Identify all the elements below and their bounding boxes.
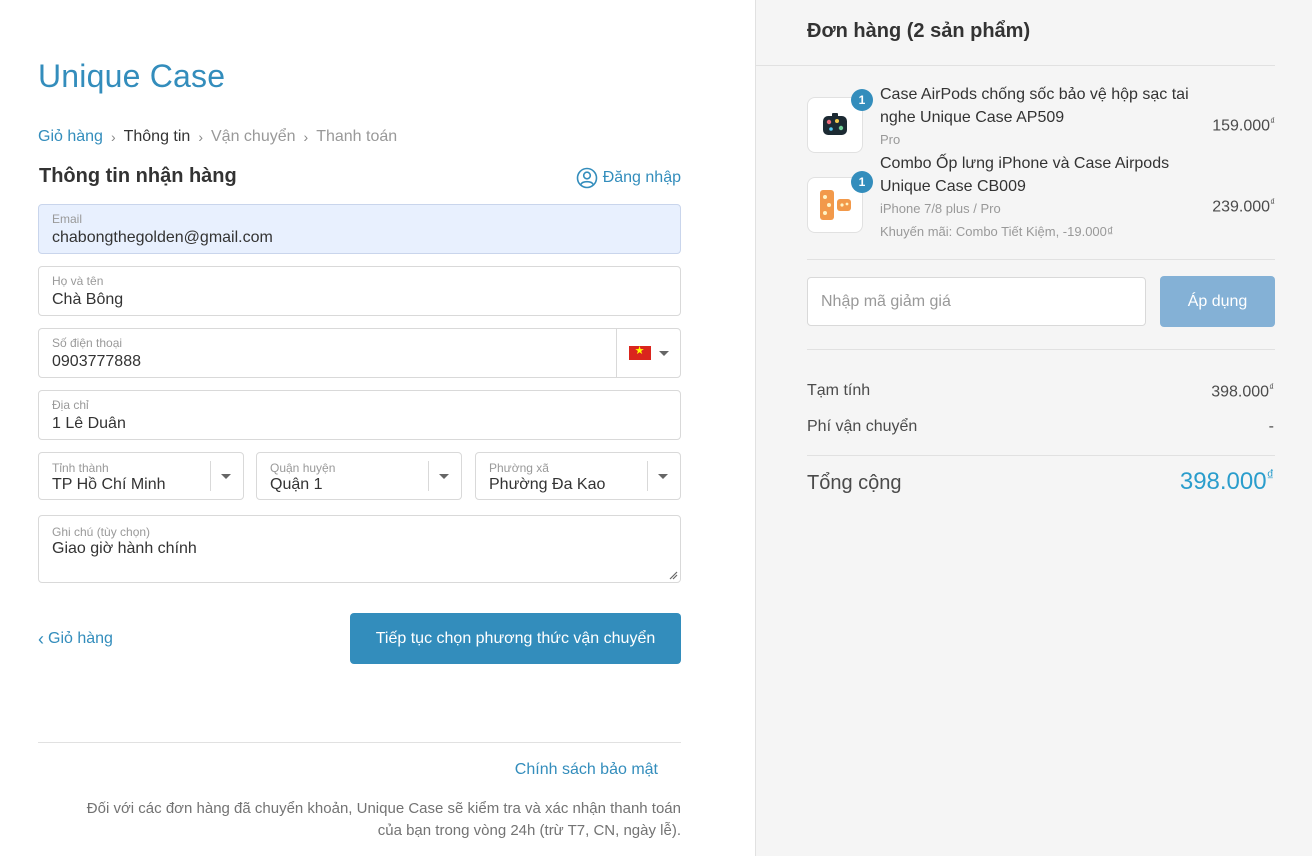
select-divider <box>428 461 429 491</box>
price-amount: 159.000 <box>1212 117 1271 135</box>
address-value[interactable]: 1 Lê Duân <box>52 415 126 433</box>
note-textarea[interactable]: Ghi chú (tùy chọn) Giao giờ hành chính <box>38 515 681 583</box>
subtotal-label: Tạm tính <box>807 382 871 399</box>
resize-handle-icon[interactable] <box>668 570 678 580</box>
fullname-field[interactable]: Họ và tên Chà Bông <box>38 266 681 316</box>
product-price: 239.000₫ <box>1212 197 1275 216</box>
login-label: Đăng nhập <box>602 169 681 186</box>
footer-note-line-1: Đối với các đơn hàng đã chuyển khoản, Un… <box>86 800 681 817</box>
ward-label: Phường xã <box>489 461 549 475</box>
chevron-right-icon: › <box>110 129 116 145</box>
divider <box>807 455 1275 456</box>
price-amount: 239.000 <box>1212 198 1271 216</box>
phone-label: Số điện thoại <box>52 336 123 350</box>
order-item: 1 Case AirPods chống sốc bảo vệ hộp sạc … <box>807 85 1275 155</box>
product-variant: iPhone 7/8 plus / Pro <box>880 201 1001 216</box>
login-link[interactable]: Đăng nhập <box>576 167 681 189</box>
email-value[interactable]: chabongthegolden@gmail.com <box>52 229 273 247</box>
currency-symbol: ₫ <box>1266 468 1274 484</box>
section-title: Thông tin nhận hàng <box>39 165 237 187</box>
chevron-down-icon <box>221 474 231 479</box>
total-value: 398.000₫ <box>1180 468 1274 496</box>
shipping-fee-value: - <box>1268 418 1274 435</box>
district-select[interactable]: Quận huyện Quận 1 <box>256 452 462 500</box>
divider <box>807 259 1275 260</box>
breadcrumb-payment: Thanh toán <box>316 128 398 145</box>
ward-select[interactable]: Phường xã Phường Đa Kao <box>475 452 681 500</box>
chevron-right-icon: › <box>198 129 203 145</box>
shipping-fee-label: Phí vận chuyển <box>807 418 918 435</box>
back-to-cart-link[interactable]: ‹ Giỏ hàng <box>38 630 113 648</box>
note-value[interactable]: Giao giờ hành chính <box>52 540 197 558</box>
footer-note: Đối với các đơn hàng đã chuyển khoản, Un… <box>38 798 681 842</box>
address-field[interactable]: Địa chỉ 1 Lê Duân <box>38 390 681 440</box>
note-label: Ghi chú (tùy chọn) <box>52 525 151 539</box>
select-divider <box>647 461 648 491</box>
province-value: TP Hồ Chí Minh <box>52 476 166 493</box>
store-logo[interactable]: Unique Case <box>38 58 225 95</box>
fullname-label: Họ và tên <box>52 274 104 288</box>
coupon-input[interactable] <box>807 277 1146 326</box>
district-value: Quận 1 <box>270 476 323 493</box>
fullname-value[interactable]: Chà Bông <box>52 291 123 309</box>
user-circle-icon <box>576 167 598 189</box>
chevron-down-icon <box>658 350 669 356</box>
qty-badge: 1 <box>851 171 873 193</box>
chevron-left-icon: ‹ <box>38 629 44 649</box>
airpods-case-icon <box>823 113 847 135</box>
product-variant: Pro <box>880 132 901 147</box>
footer-note-line-2: của bạn trong vòng 24h (trừ T7, CN, ngày… <box>377 822 681 839</box>
vietnam-flag-icon <box>628 344 651 360</box>
checkout-form-panel: Unique Case Giỏ hàng › Thông tin › Vận c… <box>0 0 755 856</box>
currency-symbol: ₫ <box>1270 116 1275 127</box>
footer-divider <box>38 742 681 743</box>
breadcrumb-info: Thông tin <box>123 128 191 145</box>
apply-coupon-button[interactable]: Áp dụng <box>1160 276 1275 327</box>
select-divider <box>210 461 211 491</box>
back-label: Giỏ hàng <box>48 630 113 647</box>
total-label: Tổng cộng <box>807 472 902 494</box>
privacy-policy-link[interactable]: Chính sách bảo mật <box>515 761 658 779</box>
product-name: Case AirPods chống sốc bảo vệ hộp sạc ta… <box>880 86 1189 126</box>
continue-shipping-button[interactable]: Tiếp tục chọn phương thức vận chuyển <box>350 613 681 664</box>
phone-value[interactable]: 0903777888 <box>52 353 141 371</box>
email-label: Email <box>52 212 83 226</box>
phone-case-combo-icon <box>820 190 851 220</box>
subtotal-amount: 398.000 <box>1211 383 1270 401</box>
qty-badge: 1 <box>851 89 873 111</box>
chevron-right-icon: › <box>303 129 309 145</box>
product-discount: Khuyến mãi: Combo Tiết Kiệm, -19.000₫ <box>880 224 1114 239</box>
order-summary-panel: Đơn hàng (2 sản phẩm) 1 Case AirPods chố… <box>755 0 1312 856</box>
divider <box>807 349 1275 350</box>
address-label: Địa chỉ <box>52 398 89 412</box>
subtotal-value: 398.000₫ <box>1211 382 1274 401</box>
province-label: Tỉnh thành <box>52 461 109 475</box>
province-select[interactable]: Tỉnh thành TP Hồ Chí Minh <box>38 452 244 500</box>
district-label: Quận huyện <box>270 461 336 475</box>
breadcrumb: Giỏ hàng › Thông tin › Vận chuyển › Than… <box>38 128 397 146</box>
currency-symbol: ₫ <box>1269 382 1274 393</box>
divider <box>756 65 1275 66</box>
email-field[interactable]: Email chabongthegolden@gmail.com <box>38 204 681 254</box>
product-price: 159.000₫ <box>1212 116 1275 135</box>
product-name: Combo Ốp lưng iPhone và Case Airpods Uni… <box>880 155 1170 195</box>
breadcrumb-shipping: Vận chuyển <box>211 128 296 145</box>
total-amount: 398.000 <box>1179 468 1267 495</box>
breadcrumb-cart[interactable]: Giỏ hàng <box>38 128 103 146</box>
order-item: 1 Combo Ốp lưng iPhone và Case Airpods U… <box>807 155 1275 245</box>
chevron-down-icon <box>658 474 668 479</box>
currency-symbol: ₫ <box>1270 197 1275 208</box>
phone-field[interactable]: Số điện thoại 0903777888 <box>38 328 681 378</box>
chevron-down-icon <box>439 474 449 479</box>
order-title: Đơn hàng (2 sản phẩm) <box>807 20 1031 42</box>
country-code-select[interactable] <box>616 329 680 377</box>
ward-value: Phường Đa Kao <box>489 476 606 493</box>
